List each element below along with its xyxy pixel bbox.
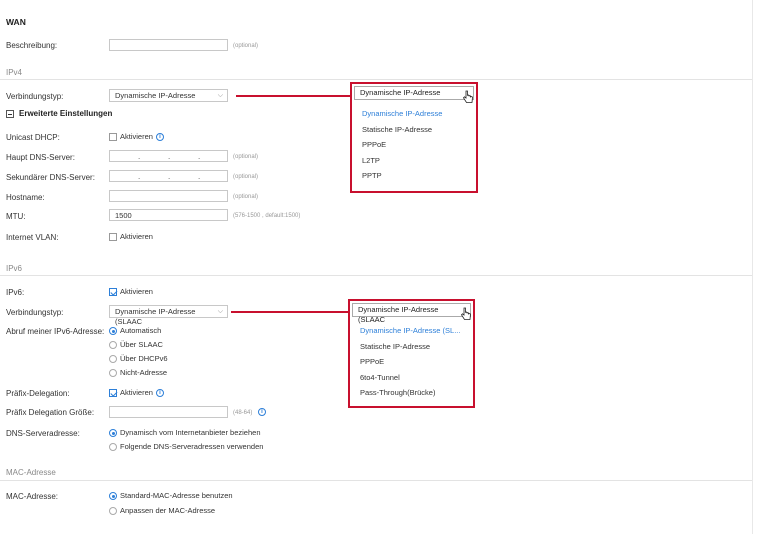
mac-section-title: MAC-Adresse — [6, 468, 56, 477]
minus-box-icon[interactable] — [6, 110, 14, 118]
ipv6-conn-type-label: Verbindungstyp: — [6, 308, 64, 317]
hostname-input[interactable] — [109, 190, 228, 202]
get-address-option-none: Nicht-Adresse — [120, 368, 168, 377]
ipv4-option-l2tp[interactable]: L2TP — [362, 156, 380, 165]
ipv4-divider — [0, 79, 752, 80]
ipv6-conn-type-value: Dynamische IP-Adresse (SLAAC — [115, 307, 196, 326]
ipv4-option-pptp[interactable]: PPTP — [362, 171, 382, 180]
description-label: Beschreibung: — [6, 41, 58, 50]
primary-dns-hint: (optional) — [233, 154, 259, 160]
unicast-dhcp-checkbox[interactable] — [109, 133, 117, 141]
get-address-radio-auto[interactable] — [109, 327, 117, 335]
internet-vlan-label: Internet VLAN: — [6, 233, 59, 242]
ipv4-conn-type-select[interactable]: Dynamische IP-Adresse ⌵ — [109, 89, 228, 102]
primary-dns-input[interactable]: . . . — [109, 150, 228, 162]
get-address-radio-dhcpv6[interactable] — [109, 355, 117, 363]
mac-option-default: Standard-MAC-Adresse benutzen — [120, 491, 233, 500]
secondary-dns-input[interactable]: . . . — [109, 170, 228, 182]
ipv6-option-static[interactable]: Statische IP-Adresse — [360, 342, 430, 351]
dns-radio-dynamic[interactable] — [109, 429, 117, 437]
info-icon[interactable]: i — [156, 389, 164, 397]
hostname-label: Hostname: — [6, 193, 45, 202]
description-input[interactable] — [109, 39, 228, 51]
get-address-option-auto: Automatisch — [120, 326, 162, 335]
secondary-dns-label: Sekundärer DNS-Server: — [6, 173, 95, 182]
ipv4-option-dynamic[interactable]: Dynamische IP-Adresse — [362, 109, 442, 118]
ipv6-option-6to4[interactable]: 6to4-Tunnel — [360, 373, 400, 382]
dns-option-manual: Folgende DNS-Serveradressen verwenden — [120, 442, 264, 451]
mac-radio-custom[interactable] — [109, 507, 117, 515]
mtu-input[interactable]: 1500 — [109, 209, 228, 221]
ipv6-callout-line — [231, 311, 350, 313]
get-address-option-slaac: Über SLAAC — [120, 340, 163, 349]
hand-cursor-icon — [462, 90, 473, 103]
prefix-size-hint: (48-64) — [233, 410, 253, 416]
unicast-dhcp-option: Aktivieren — [120, 132, 153, 141]
ipv6-label: IPv6: — [6, 288, 25, 297]
secondary-dns-hint: (optional) — [233, 174, 259, 180]
prefix-delegation-checkbox[interactable] — [109, 389, 117, 397]
chevron-down-icon: ⌵ — [217, 308, 223, 315]
ipv6-dropdown-selected[interactable]: Dynamische IP-Adresse (SLAAC — [352, 303, 471, 324]
prefix-size-input[interactable] — [109, 406, 228, 418]
unicast-dhcp-label: Unicast DHCP: — [6, 133, 60, 142]
ipv6-checkbox[interactable] — [109, 288, 117, 296]
info-icon[interactable]: i — [258, 408, 266, 416]
ipv4-conn-type-label: Verbindungstyp: — [6, 92, 64, 101]
mtu-hint: (576-1500 , default:1500) — [233, 213, 301, 219]
ipv6-option: Aktivieren — [120, 287, 153, 296]
mac-divider — [0, 480, 752, 481]
dns-server-label: DNS-Serveradresse: — [6, 429, 80, 438]
primary-dns-label: Haupt DNS-Server: — [6, 153, 75, 162]
chevron-down-icon: ⌵ — [217, 92, 223, 99]
hostname-hint: (optional) — [233, 194, 259, 200]
ipv6-option-pppoe[interactable]: PPPoE — [360, 357, 384, 366]
page-title: WAN — [6, 17, 26, 27]
dns-radio-manual[interactable] — [109, 443, 117, 451]
mac-option-custom: Anpassen der MAC-Adresse — [120, 506, 216, 515]
get-address-option-dhcpv6: Über DHCPv6 — [120, 354, 168, 363]
description-hint: (optional) — [233, 43, 259, 49]
advanced-settings-label[interactable]: Erweiterte Einstellungen — [19, 109, 112, 118]
ipv6-option-passthrough[interactable]: Pass-Through(Brücke) — [360, 388, 435, 397]
right-border — [752, 0, 753, 534]
mtu-label: MTU: — [6, 212, 26, 221]
ipv6-option-dynamic[interactable]: Dynamische IP-Adresse (SL... — [360, 326, 460, 335]
ipv6-section-title: IPv6 — [6, 264, 23, 273]
ipv6-conn-type-select[interactable]: Dynamische IP-Adresse (SLAAC ⌵ — [109, 305, 228, 326]
get-address-label: Abruf meiner IPv6-Adresse: — [6, 327, 105, 336]
ipv6-divider — [0, 275, 752, 276]
info-icon[interactable]: i — [156, 133, 164, 141]
hand-cursor-icon — [460, 307, 471, 320]
internet-vlan-option: Aktivieren — [120, 232, 153, 241]
prefix-size-label: Präfix Delegation Größe: — [6, 408, 95, 417]
ipv4-callout-line — [236, 95, 352, 97]
prefix-delegation-label: Präfix-Delegation: — [6, 389, 70, 398]
ipv4-option-pppoe[interactable]: PPPoE — [362, 140, 386, 149]
get-address-radio-none[interactable] — [109, 369, 117, 377]
ipv4-option-static[interactable]: Statische IP-Adresse — [362, 125, 432, 134]
mac-address-label: MAC-Adresse: — [6, 492, 59, 501]
dns-option-dynamic: Dynamisch vom Internetanbieter beziehen — [120, 428, 261, 437]
mac-radio-default[interactable] — [109, 492, 117, 500]
ipv4-dropdown-selected[interactable]: Dynamische IP-Adresse — [354, 86, 474, 100]
ipv6-dropdown-callout: Dynamische IP-Adresse (SLAAC Dynamische … — [348, 299, 475, 408]
prefix-delegation-option: Aktivieren — [120, 388, 153, 397]
ipv4-dropdown-callout: Dynamische IP-Adresse Dynamische IP-Adre… — [350, 82, 478, 193]
ipv4-conn-type-value: Dynamische IP-Adresse — [115, 91, 196, 100]
internet-vlan-checkbox[interactable] — [109, 233, 117, 241]
get-address-radio-slaac[interactable] — [109, 341, 117, 349]
ipv4-section-title: IPv4 — [6, 68, 23, 77]
